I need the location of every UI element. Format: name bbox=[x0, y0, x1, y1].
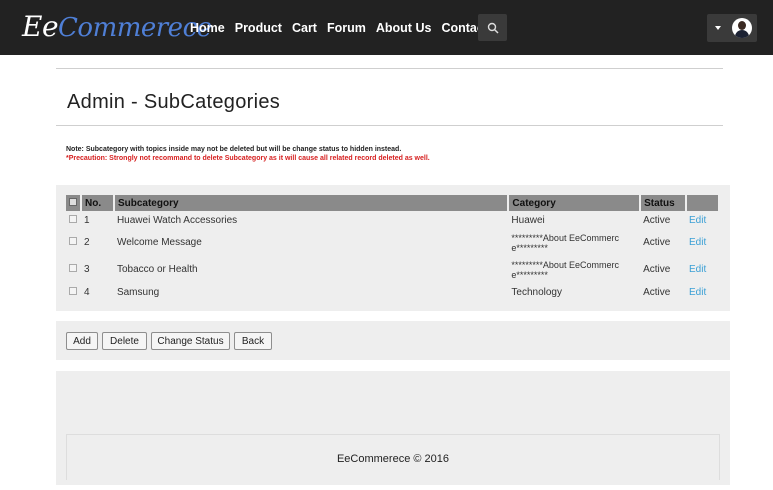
row-checkbox[interactable] bbox=[69, 214, 77, 223]
table-header-row: No. Subcategory Category Status bbox=[66, 195, 720, 211]
chevron-down-icon bbox=[715, 26, 721, 30]
select-all-checkbox[interactable] bbox=[69, 197, 77, 206]
footer: EeCommerece © 2016 bbox=[56, 371, 730, 485]
action-button-panel: Add Delete Change Status Back bbox=[56, 321, 730, 360]
row-no: 3 bbox=[84, 264, 90, 275]
divider bbox=[56, 125, 723, 126]
row-subcategory: Huawei Watch Accessories bbox=[116, 214, 238, 226]
row-status: Active bbox=[643, 286, 671, 298]
page-title: Admin - SubCategories bbox=[67, 91, 281, 113]
nav-links: Home Product Cart Forum About Us Contact… bbox=[190, 0, 517, 55]
footer-copyright: EeCommerece © 2016 bbox=[336, 453, 450, 465]
nav-link-product[interactable]: Product bbox=[235, 21, 282, 35]
delete-button[interactable]: Delete bbox=[102, 332, 147, 350]
table-row: 2 Welcome Message *********About EeComme… bbox=[66, 229, 719, 256]
search-button[interactable] bbox=[478, 14, 507, 41]
row-category: Technology bbox=[511, 286, 562, 298]
table-row: 1 Huawei Watch Accessories Huawei Active… bbox=[66, 211, 719, 229]
nav-link-forum[interactable]: Forum bbox=[327, 21, 366, 35]
row-no: 4 bbox=[84, 286, 90, 298]
row-status: Active bbox=[643, 214, 671, 226]
precaution-text: *Precaution: Strongly not recommand to d… bbox=[66, 155, 430, 162]
row-checkbox[interactable] bbox=[69, 264, 77, 272]
row-checkbox[interactable] bbox=[69, 286, 77, 295]
edit-link[interactable]: Edit bbox=[689, 237, 706, 248]
row-category: *********About EeCommerc e********* bbox=[511, 232, 619, 253]
row-subcategory: Tobacco or Health bbox=[116, 264, 198, 275]
edit-link[interactable]: Edit bbox=[689, 287, 706, 298]
subcategory-table-panel: No. Subcategory Category Status 1 Huawei… bbox=[56, 185, 730, 311]
header-no: No. bbox=[81, 195, 115, 211]
divider bbox=[56, 68, 723, 69]
row-subcategory: Welcome Message bbox=[116, 237, 202, 248]
add-button[interactable]: Add bbox=[66, 332, 98, 350]
row-subcategory: Samsung bbox=[116, 286, 160, 298]
navbar: EeCommerece Home Product Cart Forum Abou… bbox=[0, 0, 773, 55]
subcategory-table: No. Subcategory Category Status 1 Huawei… bbox=[66, 195, 720, 301]
edit-link[interactable]: Edit bbox=[689, 264, 706, 275]
table-row: 3 Tobacco or Health *********About EeCom… bbox=[66, 256, 719, 283]
change-status-button[interactable]: Change Status bbox=[151, 332, 230, 350]
row-checkbox[interactable] bbox=[69, 237, 77, 245]
row-status: Active bbox=[643, 237, 671, 248]
edit-link[interactable]: Edit bbox=[689, 215, 706, 226]
header-subcategory: Subcategory bbox=[113, 195, 510, 211]
nav-link-cart[interactable]: Cart bbox=[292, 21, 317, 35]
footer-inner: EeCommerece © 2016 bbox=[66, 434, 720, 480]
user-menu-button[interactable] bbox=[707, 14, 757, 42]
brand-logo[interactable]: EeCommerece bbox=[22, 10, 212, 43]
row-category: *********About EeCommerc e********* bbox=[511, 259, 619, 280]
header-category: Category bbox=[508, 195, 642, 211]
row-status: Active bbox=[643, 264, 671, 275]
row-no: 1 bbox=[84, 214, 90, 226]
nav-link-about-us[interactable]: About Us bbox=[376, 21, 432, 35]
nav-link-home[interactable]: Home bbox=[190, 21, 225, 35]
table-row: 4 Samsung Technology Active Edit bbox=[66, 283, 719, 301]
note-text: Note: Subcategory with topics inside may… bbox=[66, 146, 402, 153]
back-button[interactable]: Back bbox=[234, 332, 272, 350]
select-all-cell bbox=[66, 195, 82, 211]
search-icon bbox=[487, 22, 499, 34]
header-action bbox=[686, 195, 720, 211]
row-no: 2 bbox=[84, 237, 90, 248]
avatar bbox=[732, 18, 752, 38]
header-status: Status bbox=[640, 195, 688, 211]
row-category: Huawei bbox=[511, 214, 545, 226]
